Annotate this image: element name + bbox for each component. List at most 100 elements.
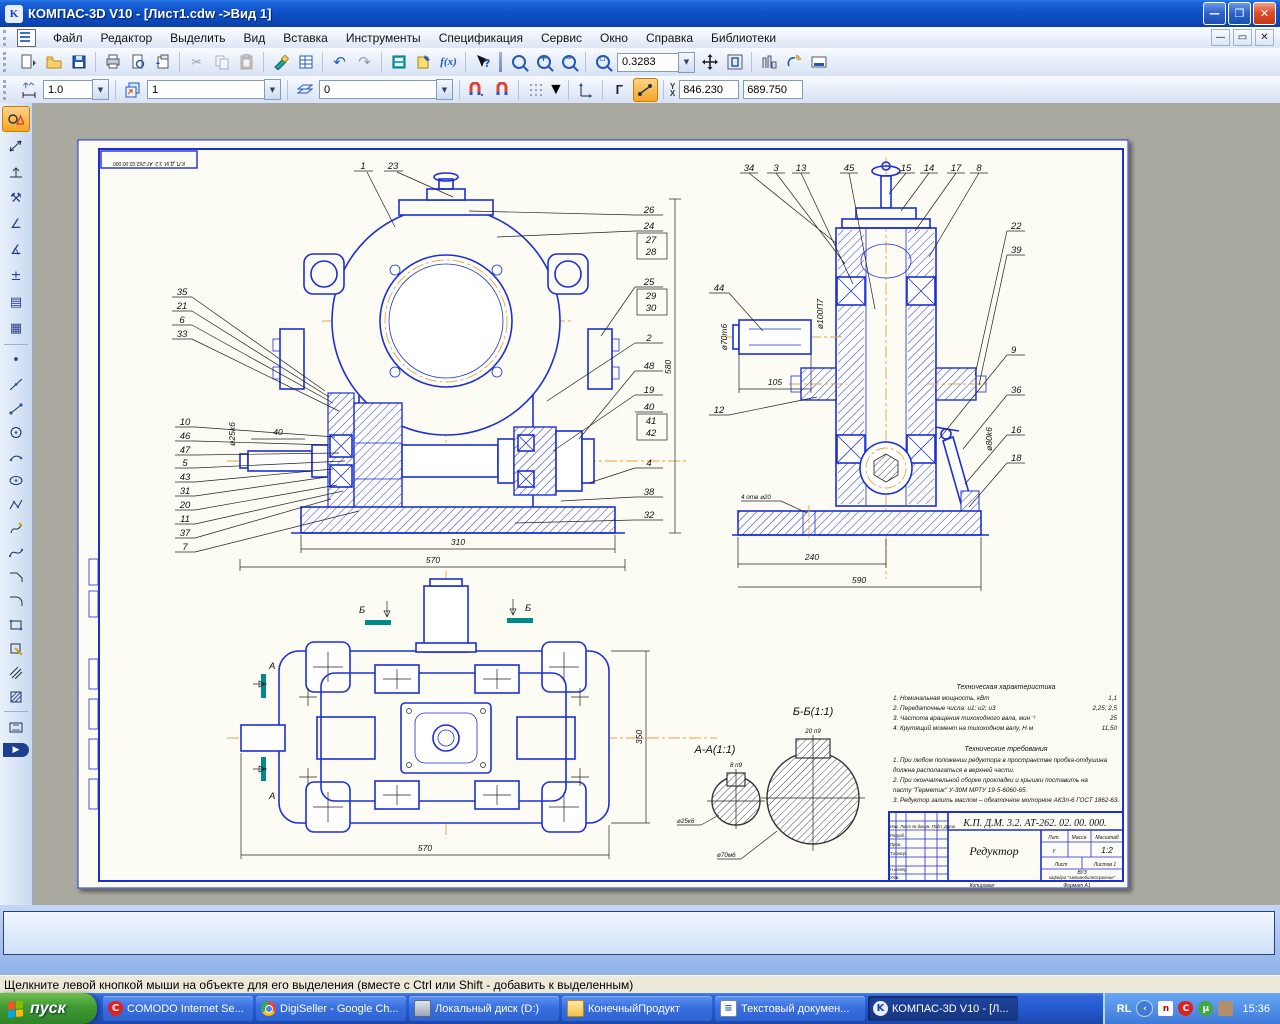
variables-button[interactable] xyxy=(412,51,435,73)
zoom-scale-dropdown[interactable]: ▼ xyxy=(678,52,695,73)
start-button[interactable]: пуск xyxy=(0,993,97,1024)
zoom-in-button[interactable]: + xyxy=(532,51,555,73)
zoom-area-button[interactable]: ▫ xyxy=(591,51,614,73)
tray-app-icon-2[interactable] xyxy=(1218,1001,1233,1016)
tray-comodo-icon[interactable]: C xyxy=(1178,1001,1193,1016)
cut-button[interactable]: ✂ xyxy=(185,51,208,73)
ellipse-tool[interactable] xyxy=(3,469,29,491)
save-button[interactable] xyxy=(67,51,90,73)
text-input-tool[interactable] xyxy=(3,716,29,738)
rebuild-button[interactable] xyxy=(757,51,780,73)
insert-view-button[interactable] xyxy=(151,51,174,73)
step-combo[interactable]: 1.0 ▼ xyxy=(43,79,109,100)
snap-toggle-button[interactable] xyxy=(490,79,513,101)
zoom-scale-combo[interactable]: 0.3283 ▼ xyxy=(617,52,695,73)
mdi-restore-button[interactable]: ▭ xyxy=(1233,29,1252,46)
toolbar-grip[interactable] xyxy=(3,52,11,72)
menu-service[interactable]: Сервис xyxy=(532,29,591,47)
refresh-image-button[interactable] xyxy=(782,51,805,73)
language-indicator[interactable]: RL xyxy=(1117,1003,1132,1015)
coord-x-field[interactable]: 689.750 xyxy=(743,80,803,99)
selection-mode-button[interactable]: ± xyxy=(3,264,29,288)
step-value[interactable]: 1.0 xyxy=(43,80,92,99)
context-help-button[interactable]: ? xyxy=(471,51,494,73)
panel-collapse-arrow[interactable]: ▶ xyxy=(3,743,29,757)
print-button[interactable] xyxy=(101,51,124,73)
coord-y-field[interactable]: 846.230 xyxy=(679,80,739,99)
clock[interactable]: 15:36 xyxy=(1242,1003,1270,1015)
state-bar-grip[interactable] xyxy=(3,80,11,100)
redo-button[interactable]: ↷ xyxy=(353,51,376,73)
designations-mode-button[interactable] xyxy=(3,160,29,184)
menu-insert[interactable]: Вставка xyxy=(274,29,337,47)
property-bar-panel[interactable] xyxy=(3,911,1275,955)
show-page-button[interactable] xyxy=(807,51,830,73)
collect-contour-tool[interactable] xyxy=(3,637,29,659)
tray-utorrent-icon[interactable]: µ xyxy=(1198,1001,1213,1016)
hatch-tool[interactable] xyxy=(3,685,29,707)
menu-tools[interactable]: Инструменты xyxy=(337,29,430,47)
geometry-mode-button[interactable] xyxy=(2,106,30,132)
taskbar-item-text-document[interactable]: ≡ Текстовый докумен... xyxy=(715,996,865,1021)
menu-libraries[interactable]: Библиотеки xyxy=(702,29,785,47)
auxiliary-line-tool[interactable] xyxy=(3,373,29,395)
reports-mode-button[interactable]: ▦ xyxy=(3,316,29,340)
editing-mode-button[interactable]: ⚒ xyxy=(3,186,29,210)
menu-select[interactable]: Выделить xyxy=(161,29,234,47)
print-preview-button[interactable] xyxy=(126,51,149,73)
roundoff-button[interactable] xyxy=(633,78,658,102)
menu-specification[interactable]: Спецификация xyxy=(430,29,532,47)
parametrization-mode-button[interactable]: ∠ xyxy=(3,212,29,236)
title-bar[interactable]: K КОМПАС-3D V10 - [Лист1.cdw ->Вид 1] — … xyxy=(0,0,1280,27)
menu-grip[interactable] xyxy=(3,30,11,46)
open-document-button[interactable] xyxy=(42,51,65,73)
menu-editor[interactable]: Редактор xyxy=(92,29,162,47)
taskbar-item-comodo[interactable]: C COMODO Internet Se... xyxy=(103,996,253,1021)
taskbar-item-local-disk[interactable]: Локальный диск (D:) xyxy=(409,996,559,1021)
fillet-tool[interactable] xyxy=(3,589,29,611)
spec-mode-button[interactable]: ▤ xyxy=(3,290,29,314)
document-icon[interactable] xyxy=(17,29,36,47)
point-tool[interactable]: • xyxy=(3,349,29,371)
segment-tool[interactable] xyxy=(3,397,29,419)
menu-window[interactable]: Окно xyxy=(591,29,637,47)
chamfer-tool[interactable] xyxy=(3,565,29,587)
continuous-input-tool[interactable] xyxy=(3,493,29,515)
layer-combo[interactable]: 0 ▼ xyxy=(319,79,453,100)
zoom-out-button[interactable]: − xyxy=(557,51,580,73)
menu-help[interactable]: Справка xyxy=(637,29,702,47)
pan-button[interactable] xyxy=(698,51,721,73)
window-manager-button[interactable] xyxy=(387,51,410,73)
local-cs-button[interactable] xyxy=(574,79,597,101)
fit-page-button[interactable] xyxy=(723,51,746,73)
circle-tool[interactable] xyxy=(3,421,29,443)
snap-setup-button[interactable] xyxy=(465,79,488,101)
view-combo[interactable]: 1 ▼ xyxy=(147,79,281,100)
taskbar-item-chrome[interactable]: DigiSeller - Google Ch... xyxy=(256,996,406,1021)
menu-file[interactable]: Файл xyxy=(44,29,92,47)
polyline-tool[interactable] xyxy=(3,517,29,539)
taskbar-item-kompas[interactable]: K КОМПАС-3D V10 - [Л... xyxy=(868,996,1018,1021)
undo-button[interactable]: ↶ xyxy=(328,51,351,73)
tray-app-icon-1[interactable]: n xyxy=(1158,1001,1173,1016)
arc-tool[interactable] xyxy=(3,445,29,467)
specification-button[interactable] xyxy=(294,51,317,73)
zoom-select-button[interactable] xyxy=(507,51,530,73)
mdi-close-button[interactable]: ✕ xyxy=(1255,29,1274,46)
view-dropdown[interactable]: ▼ xyxy=(264,79,281,100)
dimensions-mode-button[interactable] xyxy=(3,134,29,158)
close-button[interactable]: ✕ xyxy=(1253,2,1276,25)
grid-button[interactable] xyxy=(524,79,547,101)
menu-view[interactable]: Вид xyxy=(235,29,275,47)
paste-button[interactable] xyxy=(235,51,258,73)
taskbar-item-folder[interactable]: КонечныйПродукт xyxy=(562,996,712,1021)
hatch-lines-tool[interactable] xyxy=(3,661,29,683)
mdi-minimize-button[interactable]: — xyxy=(1211,29,1230,46)
zoom-scale-value[interactable]: 0.3283 xyxy=(617,53,678,72)
minimize-button[interactable]: — xyxy=(1203,2,1226,25)
new-document-button[interactable] xyxy=(17,51,40,73)
copy-button[interactable] xyxy=(210,51,233,73)
copy-properties-button[interactable] xyxy=(269,51,292,73)
layer-dropdown[interactable]: ▼ xyxy=(436,79,453,100)
tray-chevron-icon[interactable]: ‹ xyxy=(1136,1000,1153,1017)
